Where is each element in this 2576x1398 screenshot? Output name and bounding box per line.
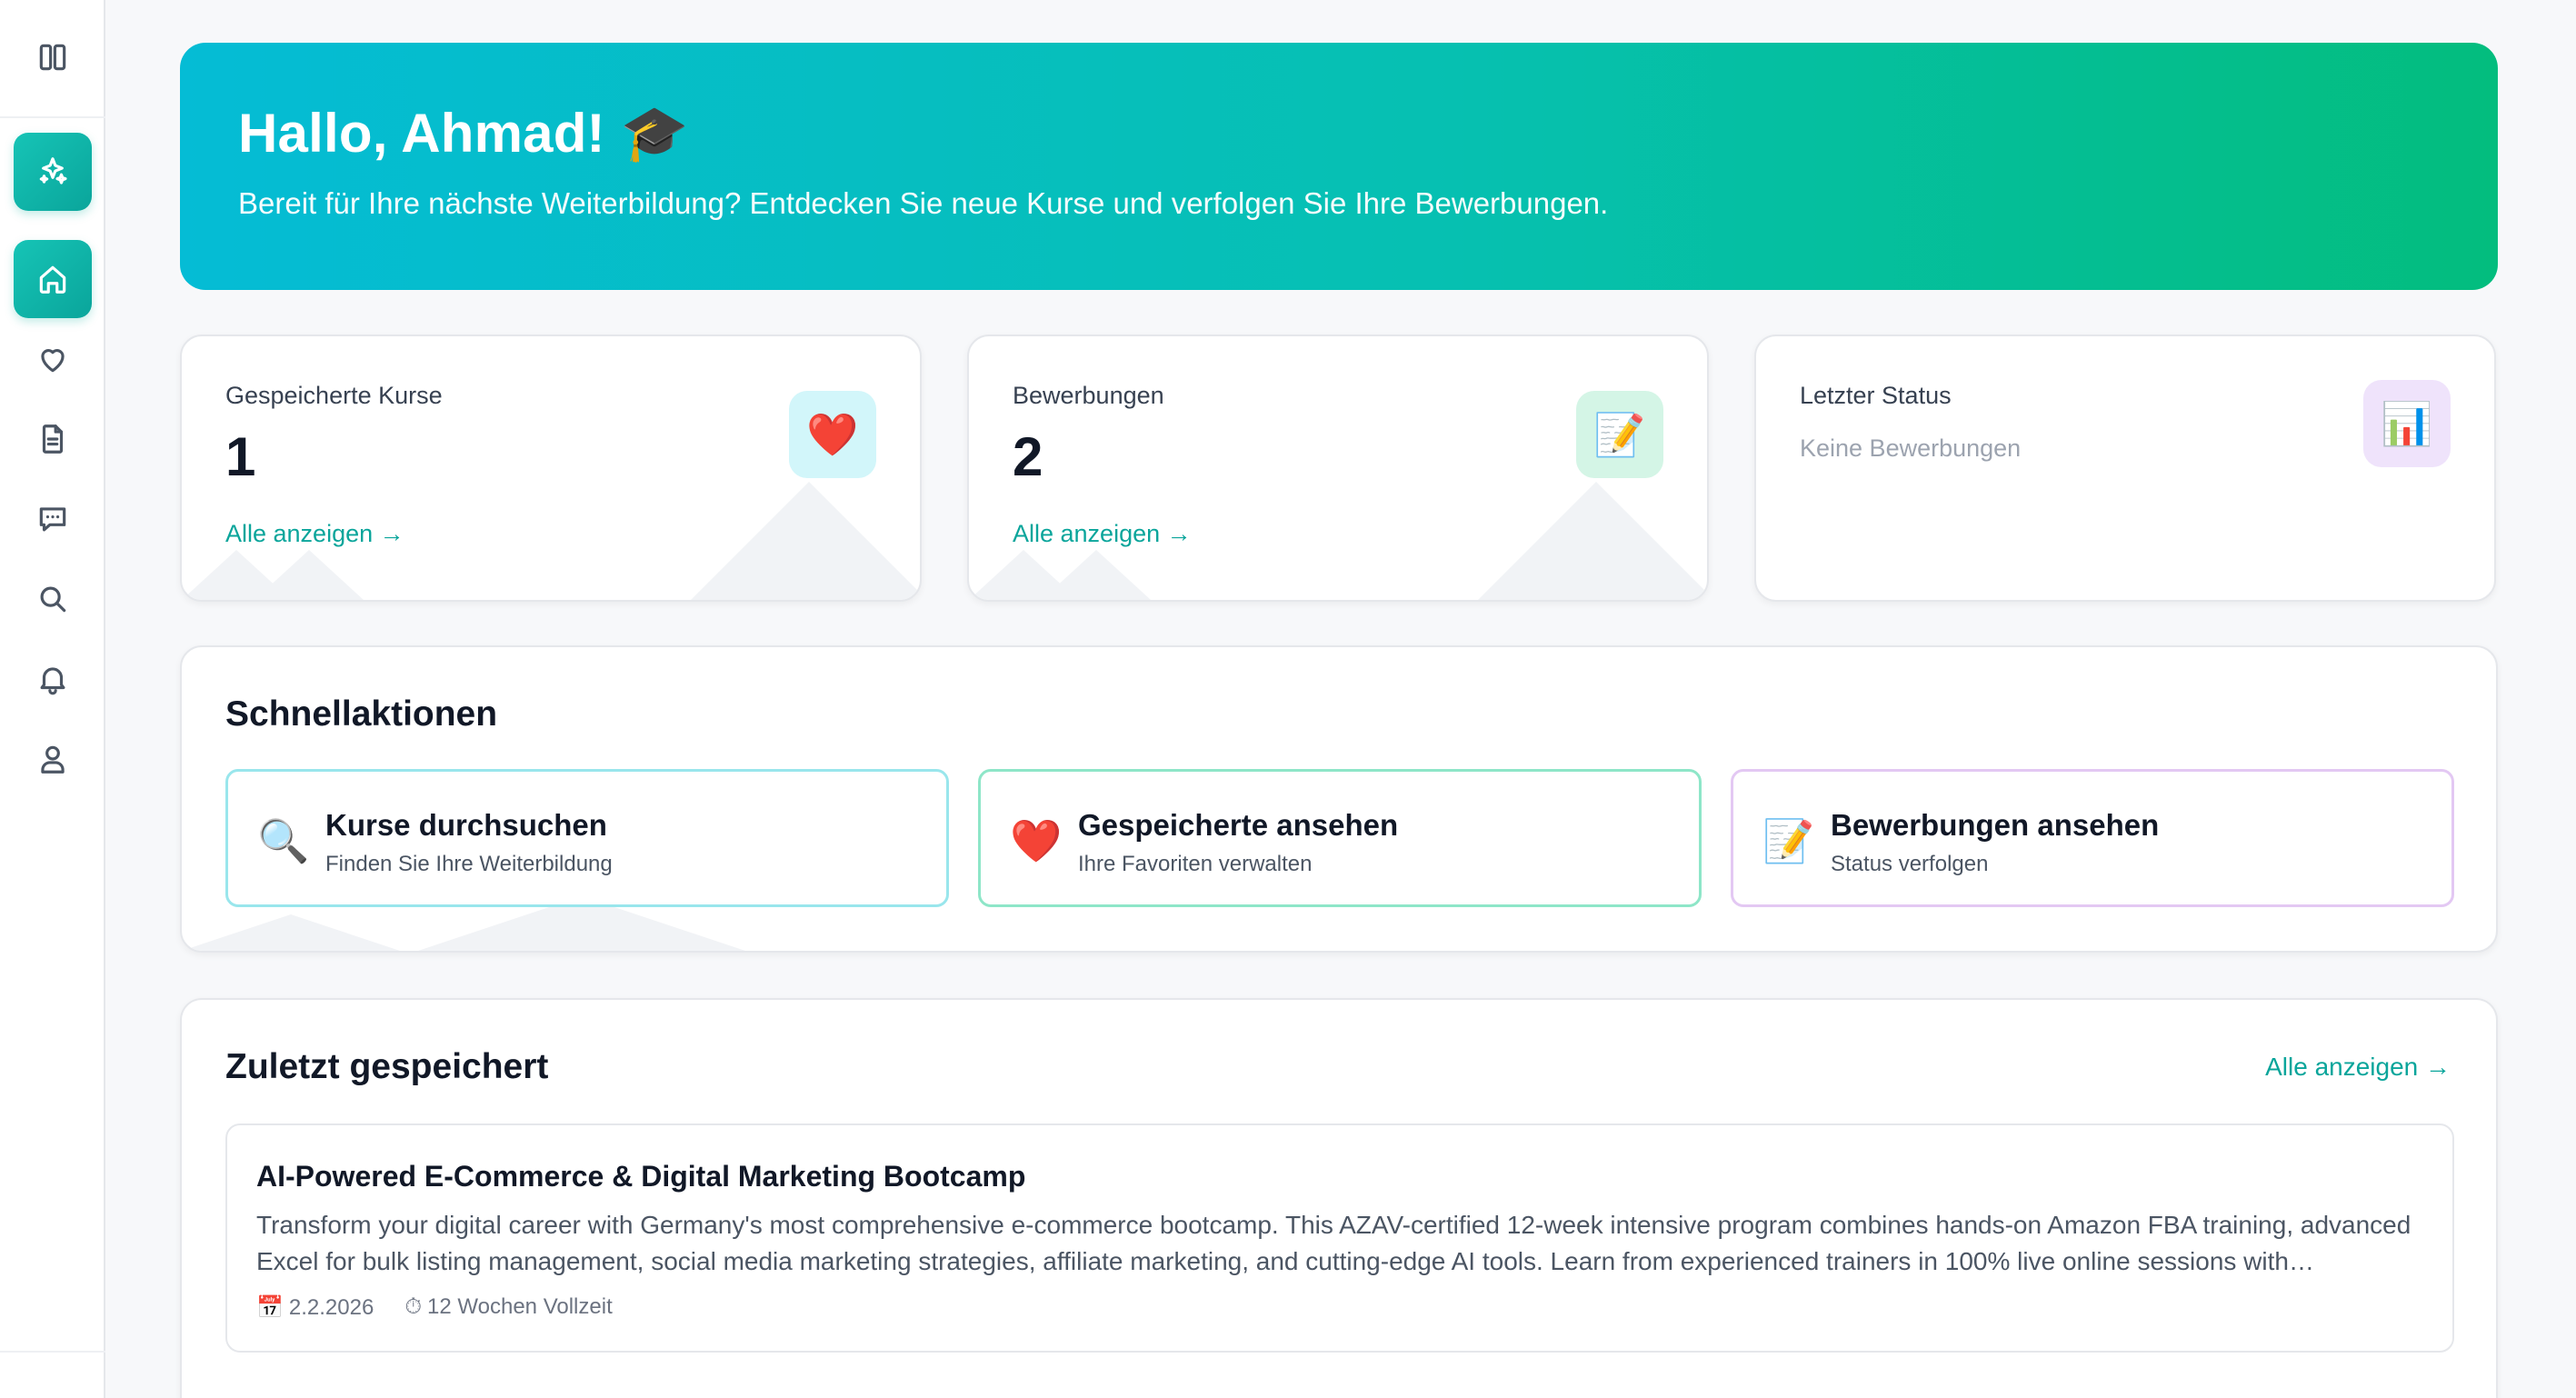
bell-icon bbox=[40, 667, 65, 695]
memo-icon: 📝 bbox=[1762, 817, 1815, 864]
quick-actions-title: Schnellaktionen bbox=[225, 694, 498, 734]
magnifier-icon: 🔍 bbox=[257, 817, 310, 864]
stat-label: Gespeicherte Kurse bbox=[225, 382, 443, 409]
stopwatch-icon: ⏱ bbox=[404, 1294, 423, 1319]
view-applications-action[interactable]: 📝 Bewerbungen ansehen Status verfolgen bbox=[1731, 769, 2454, 907]
sidebar-item-notifications[interactable] bbox=[14, 640, 92, 718]
action-title: Kurse durchsuchen bbox=[325, 808, 607, 842]
stat-value: 1 bbox=[225, 426, 256, 487]
applications-card: Bewerbungen 2 Alle anzeigen → 📝 bbox=[967, 335, 1709, 602]
sidebar-item-applications[interactable] bbox=[14, 400, 92, 478]
saved-courses-card: Gespeicherte Kurse 1 Alle anzeigen → ❤️ bbox=[180, 335, 922, 602]
sidebar-item-messages[interactable] bbox=[14, 480, 92, 558]
memo-icon: 📝 bbox=[1576, 391, 1663, 478]
recently-saved-title: Zuletzt gespeichert bbox=[225, 1047, 549, 1086]
stat-label: Letzter Status bbox=[1800, 382, 1952, 409]
action-subtitle: Ihre Favoriten verwalten bbox=[1078, 852, 1313, 876]
panel-toggle-button[interactable] bbox=[14, 18, 92, 96]
search-icon bbox=[40, 586, 66, 613]
action-subtitle: Finden Sie Ihre Weiterbildung bbox=[325, 852, 613, 876]
course-meta: 📅 2.2.2026 ⏱ 12 Wochen Vollzeit bbox=[256, 1294, 613, 1321]
action-title: Gespeicherte ansehen bbox=[1078, 808, 1399, 842]
chat-icon bbox=[39, 507, 66, 532]
heart-icon: ❤️ bbox=[1010, 817, 1063, 864]
welcome-banner: Hallo, Ahmad! 🎓 Bereit für Ihre nächste … bbox=[180, 43, 2498, 290]
heart-icon bbox=[41, 349, 65, 373]
stat-value: Keine Bewerbungen bbox=[1800, 434, 2022, 462]
bar-chart-icon: 📊 bbox=[2363, 380, 2451, 467]
sidebar-item-home[interactable] bbox=[14, 240, 92, 318]
document-icon bbox=[42, 424, 64, 454]
panel-toggle-icon bbox=[39, 44, 66, 71]
sidebar-item-profile[interactable] bbox=[14, 720, 92, 798]
stat-label: Bewerbungen bbox=[1013, 382, 1164, 409]
browse-courses-action[interactable]: 🔍 Kurse durchsuchen Finden Sie Ihre Weit… bbox=[225, 769, 949, 907]
action-subtitle: Status verfolgen bbox=[1831, 852, 1989, 876]
home-icon bbox=[39, 265, 66, 294]
view-all-saved-link[interactable]: Alle anzeigen → bbox=[225, 520, 404, 548]
stat-value: 2 bbox=[1013, 426, 1043, 487]
course-title: AI-Powered E-Commerce & Digital Marketin… bbox=[256, 1160, 1026, 1193]
welcome-title: Hallo, Ahmad! 🎓 bbox=[238, 103, 689, 164]
view-all-recent-link[interactable]: Alle anzeigen → bbox=[2265, 1053, 2451, 1082]
course-duration: ⏱ 12 Wochen Vollzeit bbox=[404, 1294, 613, 1319]
user-icon bbox=[41, 745, 65, 774]
heart-icon: ❤️ bbox=[789, 391, 876, 478]
sidebar-item-favorites[interactable] bbox=[14, 320, 92, 398]
course-date: 📅 2.2.2026 bbox=[256, 1295, 374, 1320]
welcome-subtitle: Bereit für Ihre nächste Weiterbildung? E… bbox=[238, 186, 1609, 220]
view-saved-action[interactable]: ❤️ Gespeicherte ansehen Ihre Favoriten v… bbox=[978, 769, 1702, 907]
ai-assistant-button[interactable] bbox=[14, 133, 92, 211]
calendar-icon: 📅 bbox=[256, 1295, 284, 1320]
sidebar-item-search[interactable] bbox=[14, 560, 92, 638]
view-all-applications-link[interactable]: Alle anzeigen → bbox=[1013, 520, 1192, 548]
ai-sparkle-icon bbox=[39, 157, 67, 185]
course-card[interactable]: AI-Powered E-Commerce & Digital Marketin… bbox=[225, 1123, 2454, 1353]
action-title: Bewerbungen ansehen bbox=[1831, 808, 2160, 842]
course-description: Transform your digital career with Germa… bbox=[256, 1211, 2411, 1275]
sidebar bbox=[0, 0, 105, 1398]
last-status-card: Letzter Status Keine Bewerbungen 📊 bbox=[1754, 335, 2496, 602]
